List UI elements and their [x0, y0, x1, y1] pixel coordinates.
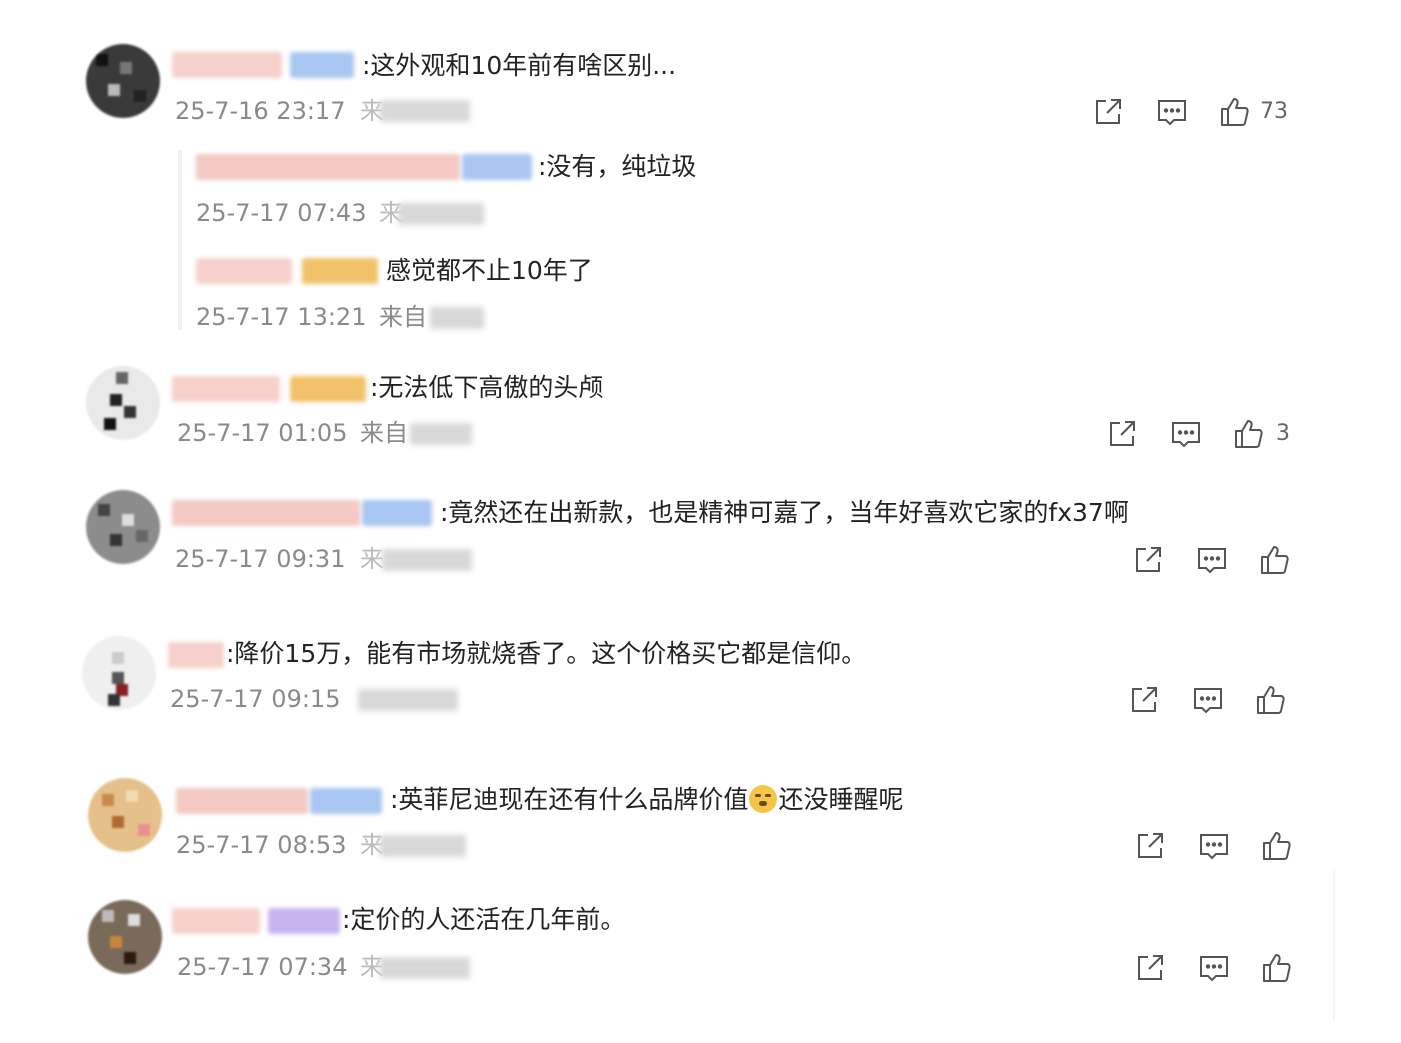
share-button[interactable] [1124, 680, 1164, 720]
comment-button[interactable] [1152, 92, 1192, 132]
username[interactable] [168, 642, 224, 668]
user-badge [290, 52, 354, 78]
user-badge [302, 258, 378, 284]
like-count: 73 [1260, 99, 1288, 124]
comment-button[interactable] [1192, 540, 1232, 580]
reply-text: 感觉都不止10年了 [386, 256, 593, 285]
user-badge [290, 376, 366, 402]
like-button[interactable] [1229, 414, 1269, 454]
reply-source: 来自 [379, 303, 427, 331]
like-button[interactable] [1251, 680, 1291, 720]
share-icon [1096, 99, 1121, 124]
share-button[interactable] [1128, 540, 1168, 580]
comment-source-blur [382, 549, 472, 571]
comment-text: :竟然还在出新款，也是精神可嘉了，当年好喜欢它家的fx37啊 [440, 498, 1129, 527]
username[interactable] [172, 500, 360, 526]
like-button[interactable] [1257, 948, 1297, 988]
avatar[interactable] [86, 44, 160, 118]
username[interactable] [172, 52, 282, 78]
share-icon [1136, 547, 1161, 572]
comment-button[interactable] [1166, 414, 1206, 454]
username[interactable] [196, 258, 292, 284]
comment-button[interactable] [1188, 680, 1228, 720]
comment-time: 25-7-17 09:31 [175, 545, 346, 573]
username[interactable] [172, 908, 260, 934]
comment-icon [1198, 548, 1226, 574]
avatar[interactable] [86, 366, 160, 440]
username[interactable] [176, 788, 308, 814]
comment-text: :英菲尼迪现在还有什么品牌价值 还没睡醒呢 [390, 784, 903, 816]
reply-source-blur [430, 307, 484, 329]
comment-icon [1200, 834, 1228, 860]
comment-source-blur [358, 689, 458, 711]
share-icon [1110, 421, 1135, 446]
user-badge [310, 788, 382, 814]
comment-text-part: 还没睡醒呢 [778, 785, 904, 814]
share-icon [1132, 687, 1157, 712]
thumbs-up-icon [1263, 954, 1291, 982]
comment-text: :这外观和10年前有啥区别... [362, 51, 677, 80]
comment-actions [1130, 826, 1300, 866]
user-badge [462, 154, 532, 180]
comment-icon [1194, 688, 1222, 714]
reply-time: 25-7-17 07:43 [196, 199, 367, 227]
thumbs-up-icon [1263, 832, 1291, 860]
comment-icon [1158, 100, 1186, 126]
comment-actions [1128, 540, 1298, 580]
share-button[interactable] [1130, 948, 1170, 988]
like-count: 3 [1276, 421, 1290, 446]
comment-button[interactable] [1194, 826, 1234, 866]
like-button[interactable] [1215, 92, 1255, 132]
comment-source-blur [380, 835, 466, 857]
comment-actions [1130, 948, 1300, 988]
comment-source: 来自 [360, 419, 408, 447]
comment-icon [1200, 956, 1228, 982]
comment-button[interactable] [1194, 948, 1234, 988]
reply-source-blur [398, 203, 484, 225]
comment-source-blur [410, 423, 472, 445]
reply-text: :没有，纯垃圾 [538, 152, 697, 181]
like-button[interactable] [1257, 826, 1297, 866]
comment-text-part: :英菲尼迪现在还有什么品牌价值 [390, 785, 749, 814]
reply-thread-divider [178, 150, 182, 330]
thumbs-up-icon [1221, 98, 1249, 126]
comment-text: :无法低下高傲的头颅 [370, 373, 604, 402]
thumbs-up-icon [1261, 546, 1289, 574]
user-badge [362, 500, 432, 526]
comment-time: 25-7-17 09:15 [170, 685, 341, 713]
comment-source-blur [380, 957, 470, 979]
username[interactable] [196, 154, 460, 180]
comment-source-blur [380, 100, 470, 122]
scrollbar-track[interactable] [1333, 870, 1335, 1020]
share-button[interactable] [1130, 826, 1170, 866]
username[interactable] [172, 376, 280, 402]
reply-time: 25-7-17 13:21 [196, 303, 367, 331]
comment-icon [1172, 422, 1200, 448]
comment-actions: 3 [1102, 414, 1312, 454]
comment-time: 25-7-17 07:34 [177, 953, 348, 981]
thumbs-up-icon [1235, 420, 1263, 448]
doubt-face-emoji [749, 785, 778, 813]
share-icon [1138, 955, 1163, 980]
share-button[interactable] [1088, 92, 1128, 132]
avatar[interactable] [86, 490, 160, 564]
like-button[interactable] [1255, 540, 1295, 580]
comment-time: 25-7-17 01:05 [177, 419, 348, 447]
comment-actions [1124, 680, 1294, 720]
comment-time: 25-7-17 08:53 [176, 831, 347, 859]
share-button[interactable] [1102, 414, 1142, 454]
avatar[interactable] [82, 636, 156, 710]
comment-actions: 73 [1088, 92, 1318, 132]
avatar[interactable] [88, 900, 162, 974]
user-badge [268, 908, 340, 934]
comment-text: :降价15万，能有市场就烧香了。这个价格买它都是信仰。 [226, 639, 867, 668]
avatar[interactable] [88, 778, 162, 852]
comment-text: :定价的人还活在几年前。 [342, 905, 626, 934]
comment-source: 来 [360, 545, 384, 573]
comment-time: 25-7-16 23:17 [175, 97, 346, 125]
thumbs-up-icon [1257, 686, 1285, 714]
share-icon [1138, 833, 1163, 858]
